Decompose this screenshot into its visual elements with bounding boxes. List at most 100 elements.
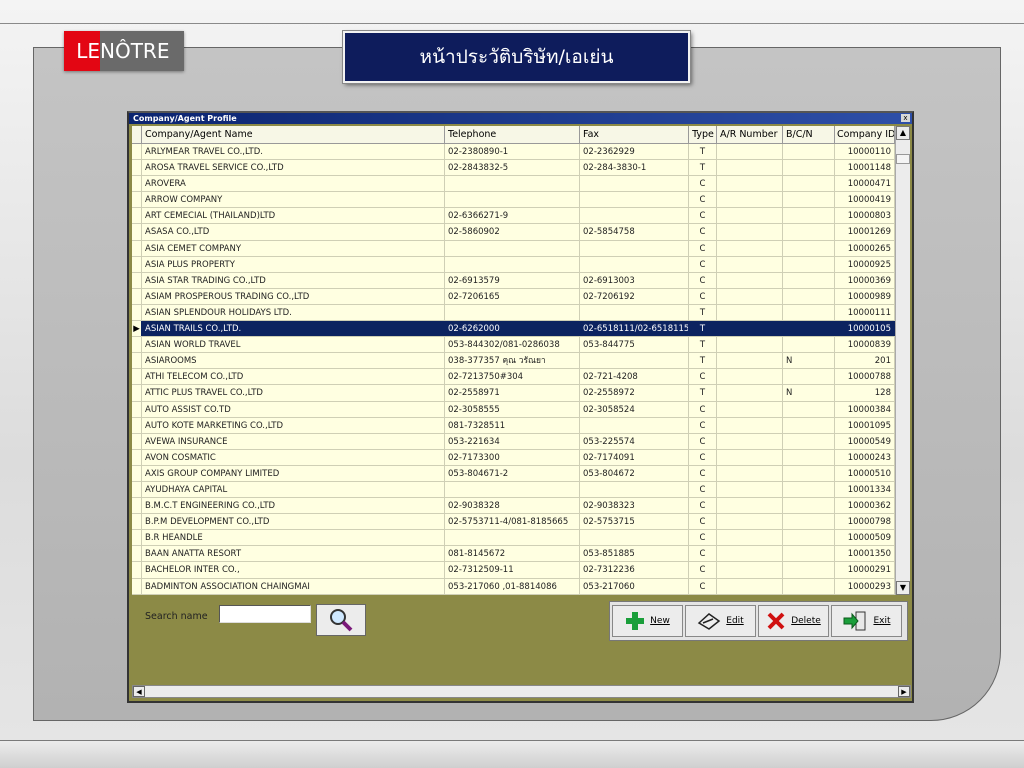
- table-row[interactable]: B.P.M DEVELOPMENT CO.,LTD 02-5753711-4/08…: [132, 514, 895, 531]
- table-row[interactable]: B.R HEANDLE C 10000509: [132, 530, 895, 547]
- table-row[interactable]: AROSA TRAVEL SERVICE CO.,LTD 02-2843832-5…: [132, 160, 895, 177]
- col-header-company-id[interactable]: Company ID: [835, 126, 895, 143]
- table-row[interactable]: AVON COSMATIC 02-7173300 02-7174091 C 100002…: [132, 449, 895, 466]
- cell-fax: 02-9038323: [580, 498, 689, 514]
- table-row[interactable]: ASIAN SPLENDOUR HOLIDAYS LTD. T 10000111: [132, 304, 895, 322]
- row-selector[interactable]: [132, 530, 142, 546]
- search-name-label: Search name: [145, 611, 208, 622]
- col-header-fax[interactable]: Fax: [580, 126, 689, 143]
- scroll-thumb[interactable]: [896, 154, 910, 164]
- table-row[interactable]: ASIA STAR TRADING CO.,LTD 02-6913579 02-69…: [132, 272, 895, 289]
- row-pointer-icon[interactable]: ▶: [132, 321, 142, 337]
- cell-type: C: [689, 224, 717, 240]
- cell-ar: [717, 144, 783, 160]
- scroll-down-icon[interactable]: ▼: [896, 581, 910, 595]
- row-selector[interactable]: [132, 465, 142, 481]
- table-row[interactable]: ARLYMEAR TRAVEL CO.,LTD. 02-2380890-1 02-2…: [132, 144, 895, 161]
- row-selector[interactable]: [132, 481, 142, 498]
- table-row[interactable]: ASIAROOMS 038-377357 คุณ วรัณยา T N 201: [132, 353, 895, 370]
- cell-type: T: [689, 337, 717, 353]
- scroll-left-icon[interactable]: ◀: [133, 686, 145, 697]
- row-selector[interactable]: [132, 144, 142, 160]
- table-row[interactable]: ATTIC PLUS TRAVEL CO.,LTD 02-2558971 02-25…: [132, 385, 895, 402]
- table-row[interactable]: ASASA CO.,LTD 02-5860902 02-5854758 C 100012…: [132, 224, 895, 241]
- table-row[interactable]: ARROW COMPANY C 10000419: [132, 192, 895, 209]
- table-row[interactable]: AYUDHAYA CAPITAL C 10001334: [132, 481, 895, 499]
- row-selector[interactable]: [132, 562, 142, 578]
- scroll-right-icon[interactable]: ▶: [898, 686, 910, 697]
- cell-id: 10000384: [835, 401, 895, 417]
- col-header-type[interactable]: Type: [689, 126, 717, 143]
- table-row[interactable]: ATHI TELECOM CO.,LTD 02-7213750#304 02-721…: [132, 369, 895, 386]
- table-row[interactable]: AVEWA INSURANCE 053-221634 053-225574 C 1000…: [132, 433, 895, 450]
- new-button[interactable]: New: [612, 605, 683, 637]
- cell-bcn: [783, 224, 835, 240]
- row-selector[interactable]: [132, 353, 142, 369]
- row-selector[interactable]: [132, 224, 142, 240]
- delete-button-label: Delete: [791, 616, 821, 626]
- row-selector[interactable]: [132, 337, 142, 353]
- row-selector[interactable]: [132, 433, 142, 449]
- horizontal-scrollbar[interactable]: ◀ ▶: [132, 685, 911, 698]
- table-row[interactable]: ▶ ASIAN TRAILS CO.,LTD. 02-6262000 02-65181…: [132, 321, 895, 338]
- row-selector[interactable]: [132, 240, 142, 256]
- edit-button[interactable]: Edit: [685, 605, 756, 637]
- cell-id: 10001334: [835, 481, 895, 498]
- row-selector[interactable]: [132, 288, 142, 304]
- col-header-name[interactable]: Company/Agent Name: [142, 126, 445, 143]
- cell-bcn: [783, 465, 835, 481]
- vertical-scrollbar[interactable]: ▲ ▼: [895, 126, 910, 595]
- search-name-input[interactable]: [219, 605, 311, 623]
- cell-bcn: N: [783, 385, 835, 401]
- table-row[interactable]: BAAN ANATTA RESORT 081-8145672 053-851885 C…: [132, 546, 895, 563]
- row-selector[interactable]: [132, 578, 142, 594]
- table-row[interactable]: BADMINTON ASSOCIATION CHAINGMAI 053-21706…: [132, 578, 895, 595]
- cell-type: C: [689, 369, 717, 385]
- table-row[interactable]: AROVERA C 10000471: [132, 176, 895, 193]
- row-selector[interactable]: [132, 449, 142, 465]
- table-row[interactable]: B.M.C.T ENGINEERING CO.,LTD 02-9038328 02-…: [132, 498, 895, 515]
- row-selector[interactable]: [132, 498, 142, 514]
- row-selector[interactable]: [132, 208, 142, 224]
- table-row[interactable]: ASIAM PROSPEROUS TRADING CO.,LTD 02-72061…: [132, 288, 895, 305]
- cell-name: ATTIC PLUS TRAVEL CO.,LTD: [142, 385, 445, 401]
- cell-tel: 02-3058555: [445, 401, 580, 417]
- scroll-up-icon[interactable]: ▲: [896, 126, 910, 140]
- row-selector[interactable]: [132, 385, 142, 401]
- table-row[interactable]: AUTO KOTE MARKETING CO.,LTD 081-7328511 C 1…: [132, 417, 895, 434]
- cell-type: T: [689, 304, 717, 321]
- row-selector[interactable]: [132, 514, 142, 530]
- cell-tel: [445, 304, 580, 321]
- table-row[interactable]: ASIA CEMET COMPANY C 10000265: [132, 240, 895, 257]
- row-selector[interactable]: [132, 304, 142, 321]
- search-button[interactable]: [316, 604, 366, 636]
- col-header-telephone[interactable]: Telephone: [445, 126, 580, 143]
- row-selector[interactable]: [132, 192, 142, 208]
- table-row[interactable]: AUTO ASSIST CO.TD 02-3058555 02-3058524 C 10…: [132, 401, 895, 418]
- cell-name: ASIAROOMS: [142, 353, 445, 369]
- close-icon[interactable]: x: [901, 114, 910, 122]
- table-row[interactable]: ART CEMECIAL (THAILAND)LTD 02-6366271-9 C 1…: [132, 208, 895, 225]
- row-selector[interactable]: [132, 369, 142, 385]
- row-selector[interactable]: [132, 546, 142, 562]
- col-header-bcn[interactable]: B/C/N: [783, 126, 835, 143]
- row-selector[interactable]: [132, 401, 142, 417]
- cell-name: BACHELOR INTER CO.,: [142, 562, 445, 578]
- row-selector[interactable]: [132, 160, 142, 176]
- delete-button[interactable]: Delete: [758, 605, 829, 637]
- col-header-ar-number[interactable]: A/R Number: [717, 126, 783, 143]
- row-selector[interactable]: [132, 272, 142, 288]
- table-row[interactable]: ASIA PLUS PROPERTY C 10000925: [132, 256, 895, 273]
- exit-button[interactable]: Exit: [831, 605, 902, 637]
- row-selector[interactable]: [132, 256, 142, 272]
- table-row[interactable]: ASIAN WORLD TRAVEL 053-844302/081-0286038…: [132, 337, 895, 354]
- table-row[interactable]: AXIS GROUP COMPANY LIMITED 053-804671-2 05…: [132, 465, 895, 482]
- table-row[interactable]: BACHELOR INTER CO., 02-7312509-11 02-73122…: [132, 562, 895, 579]
- cell-ar: [717, 176, 783, 192]
- cell-type: C: [689, 433, 717, 449]
- cell-type: C: [689, 465, 717, 481]
- row-selector[interactable]: [132, 417, 142, 433]
- cell-id: 128: [835, 385, 895, 401]
- row-selector[interactable]: [132, 176, 142, 192]
- cell-fax: 02-6913003: [580, 272, 689, 288]
